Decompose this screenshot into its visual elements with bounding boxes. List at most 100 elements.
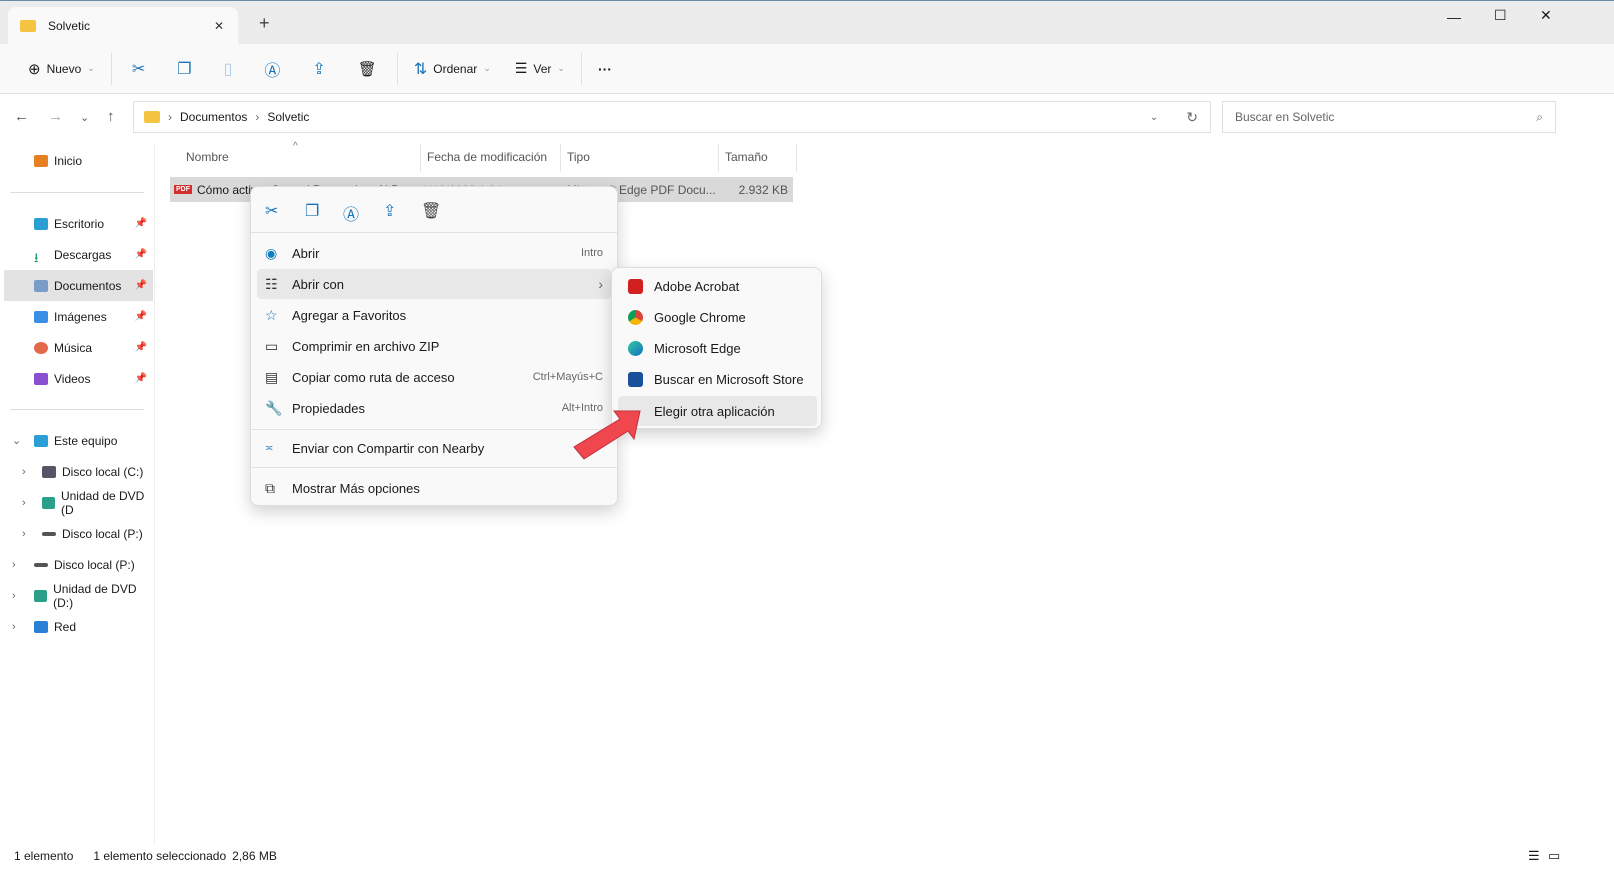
submenu-item-google-chrome[interactable]: Google Chrome — [618, 302, 817, 332]
menu-item-favoritos[interactable]: ☆ Agregar a Favoritos — [257, 300, 611, 330]
menu-item-copy-path[interactable]: ▤ Copiar como ruta de acceso Ctrl+Mayús+C — [257, 362, 611, 392]
documents-icon — [34, 279, 48, 292]
breadcrumb-documentos[interactable]: Documentos — [180, 110, 247, 124]
pin-icon[interactable]: 📌 — [135, 218, 147, 229]
sidebar-item-videos[interactable]: Videos 📌 — [4, 363, 153, 394]
view-button[interactable]: ☰ Ver ⌄ — [503, 53, 577, 85]
submenu-item-adobe-acrobat[interactable]: Adobe Acrobat — [618, 271, 817, 301]
close-tab-icon[interactable]: ✕ — [214, 19, 224, 33]
column-divider[interactable] — [796, 144, 797, 172]
sidebar-label: Escritorio — [54, 216, 105, 231]
rename-button[interactable]: Ⓐ — [248, 53, 296, 85]
chevron-right-icon[interactable]: › — [22, 497, 26, 509]
sidebar-item-home[interactable]: Inicio — [4, 145, 153, 176]
status-selected: 1 elemento seleccionado — [93, 849, 227, 863]
column-divider[interactable] — [560, 144, 561, 172]
copy-button[interactable]: ❐ — [161, 53, 207, 85]
chevron-right-icon[interactable]: › — [22, 528, 26, 540]
submenu-item-microsoft-edge[interactable]: Microsoft Edge — [618, 333, 817, 363]
maximize-button[interactable]: ☐ — [1494, 7, 1507, 24]
forward-button[interactable]: → — [48, 108, 63, 125]
sidebar-item-descargas[interactable]: ⭳ Descargas 📌 — [4, 239, 153, 270]
sidebar-item-imagenes[interactable]: Imágenes 📌 — [4, 301, 153, 332]
menu-label: Comprimir en archivo ZIP — [292, 338, 440, 354]
submenu-chevron-icon: › — [598, 276, 603, 292]
menu-item-propiedades[interactable]: 🔧 Propiedades Alt+Intro — [257, 393, 611, 423]
share-icon[interactable]: ⇪ — [383, 201, 396, 221]
tiles-view-button[interactable]: ▭ — [1548, 848, 1560, 864]
address-bar[interactable]: › Documentos › Solvetic ⌄ ↻ — [133, 101, 1211, 133]
tab-solvetic[interactable]: Solvetic ✕ — [8, 7, 238, 45]
sidebar-item-documentos[interactable]: Documentos 📌 — [4, 270, 153, 301]
sidebar-item-este-equipo[interactable]: ⌄ Este equipo — [4, 425, 153, 456]
divider — [396, 52, 398, 85]
sidebar-item-drive-p[interactable]: › Disco local (P:) — [4, 518, 153, 549]
rename-icon[interactable]: Ⓐ — [343, 201, 359, 225]
column-header-size[interactable]: Tamaño — [725, 150, 768, 164]
edge-icon — [628, 341, 643, 356]
recent-locations-button[interactable]: ⌄ — [80, 111, 89, 124]
sidebar-label: Videos — [54, 371, 91, 386]
chevron-down-icon: ⌄ — [557, 63, 565, 73]
chevron-right-icon[interactable]: › — [12, 590, 16, 602]
back-button[interactable]: ← — [14, 108, 29, 125]
close-window-button[interactable]: ✕ — [1540, 7, 1552, 24]
sort-button[interactable]: ⇅ Ordenar ⌄ — [402, 53, 503, 85]
chevron-right-icon[interactable]: › — [12, 559, 16, 571]
search-input[interactable]: Buscar en Solvetic ⌕ — [1222, 101, 1556, 133]
submenu-item-microsoft-store[interactable]: Buscar en Microsoft Store — [618, 364, 817, 394]
chevron-down-icon: ⌄ — [483, 63, 491, 73]
column-header-type[interactable]: Tipo — [567, 150, 590, 164]
sidebar-item-dvd-root[interactable]: › Unidad de DVD (D:) — [4, 580, 153, 611]
details-view-button[interactable]: ☰ — [1528, 848, 1540, 864]
sidebar-item-drive-p-root[interactable]: › Disco local (P:) — [4, 549, 153, 580]
drive-icon — [42, 465, 56, 478]
pin-icon[interactable]: 📌 — [135, 311, 147, 322]
chevron-expanded-icon[interactable]: ⌄ — [12, 434, 21, 447]
file-size: 2.932 KB — [738, 182, 788, 197]
sidebar-item-musica[interactable]: Música 📌 — [4, 332, 153, 363]
copy-icon[interactable]: ❐ — [305, 201, 319, 221]
menu-label: Copiar como ruta de acceso — [292, 369, 455, 385]
menu-label: Enviar con Compartir con Nearby — [292, 440, 485, 456]
more-options-button[interactable]: ··· — [586, 53, 624, 85]
sidebar-label: Disco local (P:) — [62, 526, 143, 541]
pin-icon[interactable]: 📌 — [135, 280, 147, 291]
sidebar-item-dvd[interactable]: › Unidad de DVD (D — [4, 487, 153, 518]
open-with-icon: ☷ — [265, 275, 278, 292]
delete-icon[interactable]: 🗑 — [421, 201, 441, 221]
refresh-icon[interactable]: ↻ — [1186, 109, 1198, 126]
up-button[interactable]: ↑ — [107, 108, 115, 125]
pin-icon[interactable]: 📌 — [135, 373, 147, 384]
pin-icon[interactable]: 📌 — [135, 342, 147, 353]
menu-item-more-options[interactable]: ⧉ Mostrar Más opciones — [257, 473, 611, 503]
chevron-right-icon[interactable]: › — [12, 621, 16, 633]
column-header-name[interactable]: Nombre — [186, 150, 229, 164]
column-header-date[interactable]: Fecha de modificación — [427, 150, 547, 164]
minimize-button[interactable]: — — [1447, 9, 1461, 25]
menu-shortcut: Intro — [580, 247, 603, 259]
menu-item-nearby[interactable]: ≍ Enviar con Compartir con Nearby — [257, 433, 611, 463]
delete-button[interactable]: 🗑 — [342, 53, 393, 85]
pin-icon[interactable]: 📌 — [135, 249, 147, 260]
new-button[interactable]: ⊕ Nuevo ⌄ — [16, 53, 107, 85]
cut-icon[interactable]: ✂ — [265, 201, 278, 221]
breadcrumb-solvetic[interactable]: Solvetic — [267, 110, 309, 124]
paste-button[interactable]: ▯ — [208, 53, 249, 85]
sidebar-item-drive-c[interactable]: › Disco local (C:) — [4, 456, 153, 487]
navigation-pane: Inicio Escritorio 📌 ⭳ Descargas 📌 Documento… — [0, 144, 155, 844]
address-dropdown-icon[interactable]: ⌄ — [1150, 112, 1158, 123]
menu-item-abrir[interactable]: ◉ Abrir Intro — [257, 238, 611, 268]
menu-item-zip[interactable]: ▭ Comprimir en archivo ZIP — [257, 331, 611, 361]
column-divider[interactable] — [420, 144, 421, 172]
sidebar-label: Imágenes — [54, 309, 107, 324]
menu-item-abrir-con[interactable]: ☷ Abrir con › — [257, 269, 611, 299]
cut-button[interactable]: ✂ — [116, 53, 161, 85]
plus-circle-icon: ⊕ — [28, 60, 41, 78]
sidebar-item-red[interactable]: › Red — [4, 611, 153, 642]
chevron-right-icon[interactable]: › — [22, 466, 26, 478]
share-button[interactable]: ⇪ — [296, 53, 341, 85]
sidebar-item-escritorio[interactable]: Escritorio 📌 — [4, 208, 153, 239]
column-divider[interactable] — [718, 144, 719, 172]
new-tab-button[interactable]: + — [259, 13, 270, 34]
